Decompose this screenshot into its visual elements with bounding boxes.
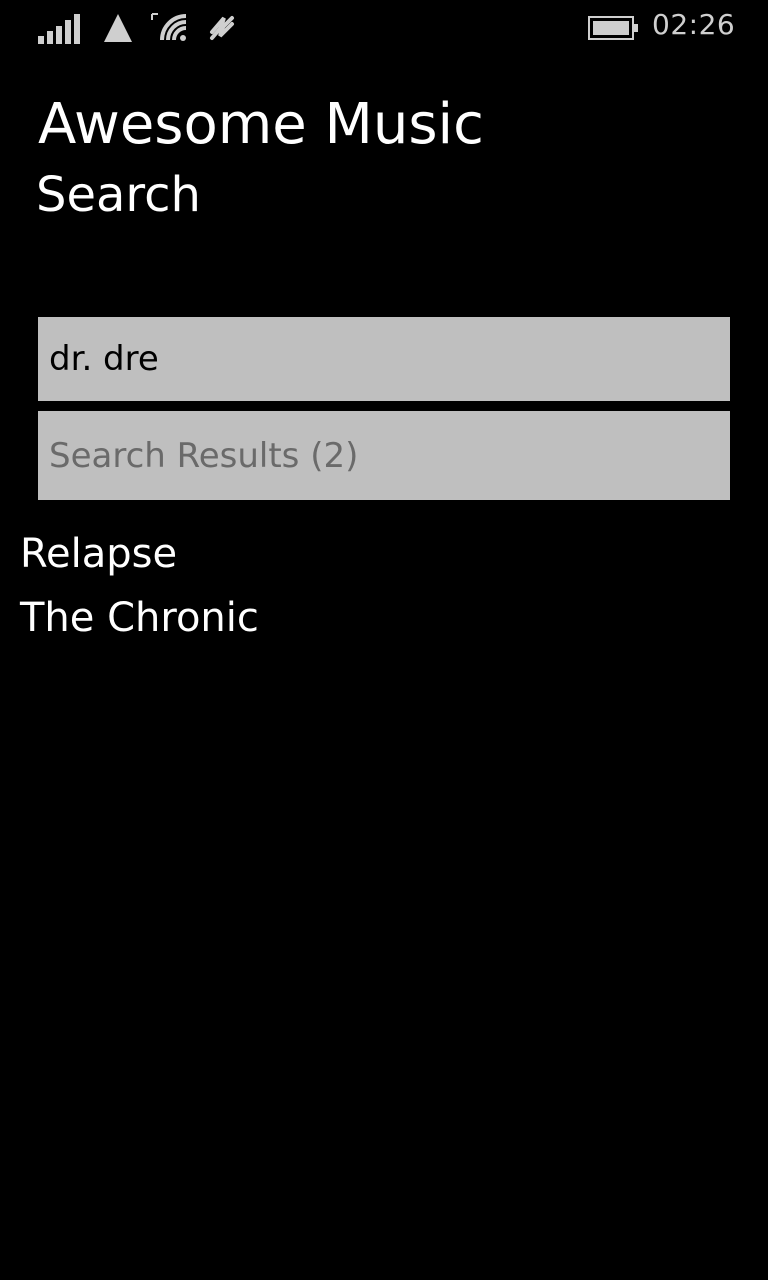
list-item[interactable]: The Chronic: [20, 586, 259, 650]
list-item[interactable]: Relapse: [20, 522, 259, 586]
results-list: Relapse The Chronic: [20, 522, 259, 650]
battery-icon: [588, 16, 638, 40]
page-title: Search: [36, 167, 201, 223]
search-results-label: Search Results (2): [49, 435, 359, 476]
search-field[interactable]: [38, 317, 730, 401]
data-sync-icon: [210, 16, 234, 40]
clock: 02:26: [652, 8, 736, 41]
status-bar: 02:26: [0, 0, 768, 56]
wifi-icon: [151, 13, 187, 41]
search-input[interactable]: [49, 339, 719, 379]
app-title: Awesome Music: [38, 92, 484, 157]
triangle-icon: [104, 14, 132, 42]
search-results-header: Search Results (2): [38, 411, 730, 500]
signal-icon: [38, 14, 80, 44]
